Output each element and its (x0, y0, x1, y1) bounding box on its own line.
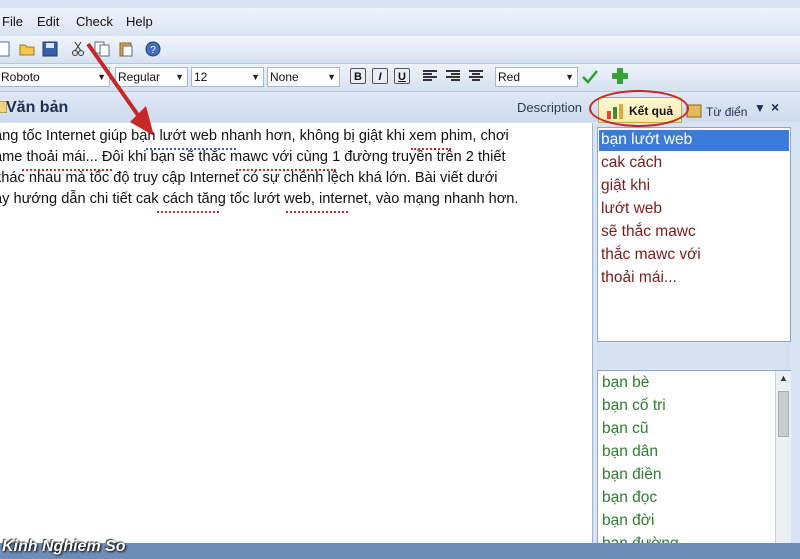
align-right-icon[interactable] (446, 70, 460, 82)
text-editor[interactable]: ăng tốc Internet giúp bạn lướt web nhanh… (0, 123, 593, 543)
scrollbar-thumb[interactable] (778, 391, 789, 437)
selection-underline (146, 146, 236, 150)
italic-button[interactable]: I (372, 68, 388, 84)
result-item[interactable]: lướt web (601, 200, 662, 218)
bold-button[interactable]: B (350, 68, 366, 84)
effect-value: None (270, 70, 299, 84)
save-icon[interactable] (42, 41, 58, 57)
scroll-up-icon[interactable]: ▲ (779, 373, 788, 383)
checkmark-icon[interactable] (582, 70, 598, 84)
menu-bar: File Edit Check Help (0, 8, 800, 34)
tab-dictionary[interactable]: Từ điển (684, 99, 750, 123)
result-item[interactable]: bạn lướt web (601, 131, 692, 149)
annotation-ellipse (589, 90, 689, 127)
dropdown-arrow-icon: ▼ (565, 72, 574, 82)
editor-line: khác nhau mà tốc độ truy cập Internet có… (0, 170, 498, 186)
dictionary-item[interactable]: bạn cố tri (602, 397, 666, 415)
editor-line: ây hướng dẫn chi tiết cak cách tăng tốc … (0, 191, 519, 207)
error-underline (411, 146, 451, 150)
menu-help[interactable]: Help (126, 14, 153, 29)
font-size-select[interactable]: 12 ▼ (191, 67, 264, 87)
annotation-arrow (86, 42, 154, 136)
dictionary-list[interactable]: bạn bè bạn cố tri bạn cũ bạn dân bạn điề… (597, 370, 791, 550)
editor-line: ame thoải mái... Đôi khi bạn sẽ thắc maw… (0, 149, 506, 165)
dictionary-item[interactable]: bạn cũ (602, 420, 649, 438)
align-center-icon[interactable] (469, 70, 483, 82)
watermark-logo: Kinh Nghiem So (2, 538, 126, 555)
color-value: Red (498, 70, 521, 84)
description-label[interactable]: Description (517, 100, 582, 115)
effect-select[interactable]: None ▼ (267, 67, 340, 87)
align-left-icon[interactable] (423, 70, 437, 82)
menu-file[interactable]: File (2, 14, 23, 29)
color-select[interactable]: Red ▼ (495, 67, 578, 87)
menu-edit[interactable]: Edit (37, 14, 59, 29)
result-item[interactable]: sẽ thắc mawc (601, 223, 696, 241)
dictionary-item[interactable]: bạn dân (602, 443, 658, 461)
close-panel-button[interactable]: × (771, 99, 779, 115)
new-file-icon[interactable] (0, 41, 12, 57)
result-item[interactable]: cak cách (601, 154, 662, 172)
results-list[interactable]: bạn lướt web cak cách giật khi lướt web … (597, 127, 791, 342)
dropdown-arrow-icon: ▼ (327, 72, 336, 82)
font-size-value: 12 (194, 70, 208, 84)
dictionary-item[interactable]: bạn đọc (602, 489, 657, 507)
dictionary-item[interactable]: bạn điền (602, 466, 661, 484)
pin-dropdown-icon[interactable]: ▼ (754, 101, 766, 115)
result-item[interactable]: thoải mái... (601, 269, 677, 287)
dictionary-item[interactable]: bạn đời (602, 512, 654, 530)
menu-check[interactable]: Check (76, 14, 113, 29)
dictionary-item[interactable]: bạn bè (602, 374, 649, 392)
error-underline (286, 209, 348, 213)
add-icon[interactable] (612, 68, 628, 84)
open-folder-icon[interactable] (19, 41, 35, 57)
font-family-value: Roboto (1, 70, 40, 84)
error-underline (157, 209, 219, 213)
result-item[interactable]: thắc mawc với (601, 246, 701, 264)
tab-dictionary-label: Từ điển (706, 105, 748, 119)
panel-splitter[interactable] (597, 344, 791, 368)
underline-button[interactable]: U (394, 68, 410, 84)
editor-line: ăng tốc Internet giúp bạn lướt web nhanh… (0, 128, 509, 144)
error-underline (236, 167, 336, 171)
dictionary-scrollbar[interactable]: ▲ (775, 371, 791, 549)
error-underline (22, 167, 112, 171)
page-title: Văn bản (6, 99, 69, 116)
dropdown-arrow-icon: ▼ (251, 72, 260, 82)
result-item[interactable]: giật khi (601, 177, 650, 195)
